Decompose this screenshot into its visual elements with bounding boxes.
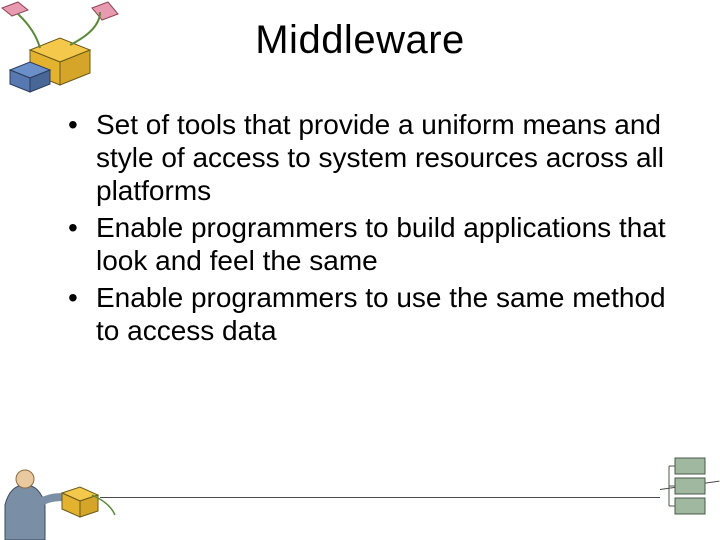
bullet-list: Set of tools that provide a uniform mean… — [60, 108, 680, 347]
bullet-item: Enable programmers to use the same metho… — [60, 281, 680, 347]
bullet-item: Set of tools that provide a uniform mean… — [60, 108, 680, 207]
slide-body: Set of tools that provide a uniform mean… — [60, 108, 680, 351]
slide: Middleware Set of tools that provide a u… — [0, 0, 720, 540]
bullet-item: Enable programmers to build applications… — [60, 211, 680, 277]
footer-connector-line — [100, 497, 660, 498]
decoration-bottom-left — [0, 465, 120, 540]
slide-title: Middleware — [0, 18, 720, 63]
decoration-bottom-right — [661, 452, 716, 532]
